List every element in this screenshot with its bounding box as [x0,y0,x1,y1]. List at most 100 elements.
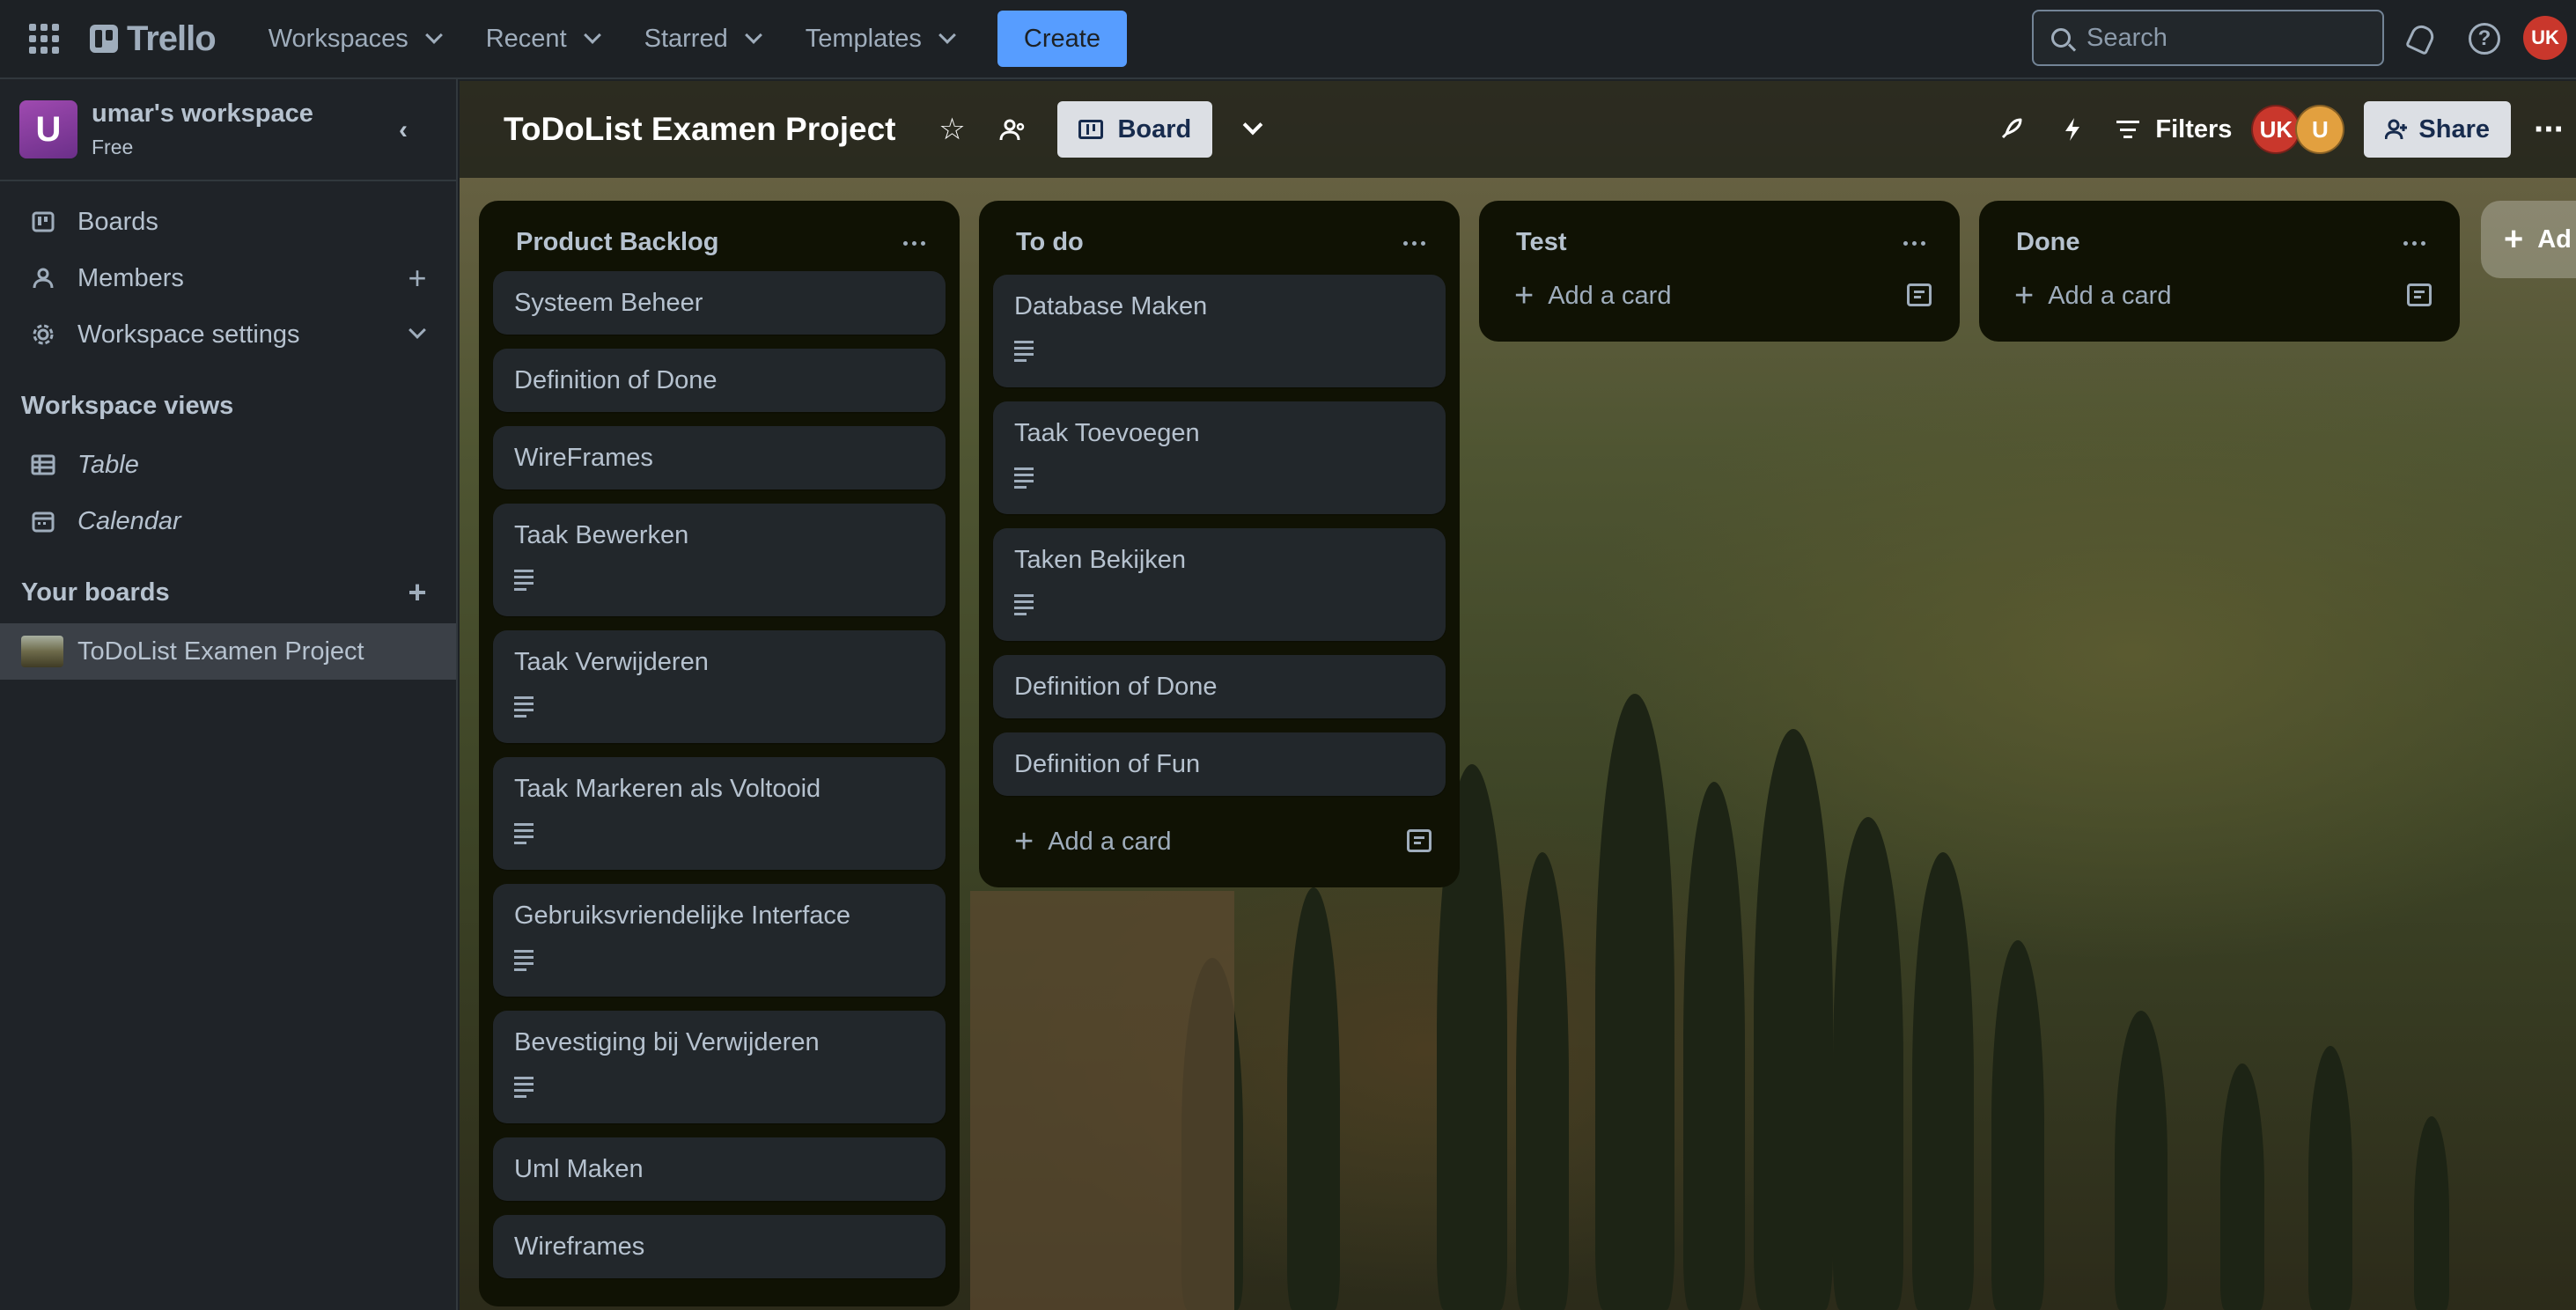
add-member-icon[interactable]: + [400,260,435,296]
add-list-button[interactable]: + Ad [2481,201,2576,278]
workspace-avatar: U [19,100,77,158]
sidebar-item-workspace-settings[interactable]: Workspace settings [0,306,456,363]
list-menu-icon[interactable] [1896,225,1932,261]
list-menu-icon[interactable] [2396,225,2432,261]
list-to-do: To do Database Maken Taak Toevoegen Take… [979,201,1460,887]
trello-logo[interactable]: Trello [90,19,217,59]
sidebar-board-label: ToDoList Examen Project [77,637,364,666]
board-title[interactable]: ToDoList Examen Project [504,111,895,148]
card[interactable]: Wireframes [493,1215,946,1278]
sidebar-item-label: Table [77,450,139,479]
card[interactable]: Taak Bewerken [493,504,946,616]
sidebar-board-item[interactable]: ToDoList Examen Project [0,623,456,680]
star-icon[interactable]: ☆ [934,112,969,147]
chevron-down-icon [938,26,956,44]
card[interactable]: Definition of Fun [993,732,1446,796]
list-title[interactable]: Product Backlog [516,228,718,257]
workspace-plan: Free [92,136,134,158]
list-title[interactable]: To do [1016,228,1084,257]
description-icon [514,1077,534,1098]
list-done: Done + Add a card [1979,201,2460,342]
board-header-actions: Filters UK U Share ··· [1993,81,2576,178]
visibility-icon[interactable] [996,112,1031,147]
bell-icon [2404,21,2438,56]
filters-button[interactable]: Filters [2116,115,2232,144]
member-avatar[interactable]: UK [2251,105,2301,154]
card-title: Taak Markeren als Voltooid [514,775,821,803]
list-menu-icon[interactable] [896,225,931,261]
add-card-label: Add a card [2048,281,2172,310]
chevron-down-icon [424,26,443,44]
nav-workspaces-label: Workspaces [268,24,408,53]
nav-starred-button[interactable]: Starred [627,12,777,65]
nav-recent-button[interactable]: Recent [468,12,616,65]
plus-icon: + [2504,221,2524,258]
card-template-icon[interactable] [2407,283,2432,306]
card-title: Wireframes [514,1232,645,1261]
list-test: Test + Add a card [1479,201,1960,342]
card[interactable]: WireFrames [493,426,946,489]
description-icon [514,823,534,844]
sidebar-item-boards[interactable]: Boards [0,194,456,250]
list-title[interactable]: Test [1516,228,1566,257]
search-input[interactable]: Search [2032,10,2384,66]
nav-workspaces-button[interactable]: Workspaces [251,12,458,65]
card-title: Definition of Done [1014,672,1218,701]
create-button[interactable]: Create [997,11,1127,67]
card[interactable]: Bevestiging bij Verwijderen [493,1011,946,1123]
nav-recent-label: Recent [485,24,567,53]
description-icon [1014,341,1034,362]
card[interactable]: Definition of Done [993,655,1446,718]
sidebar-item-table[interactable]: Table [0,437,456,493]
help-icon: ? [2469,23,2500,55]
automation-icon[interactable] [2055,112,2090,147]
help-button[interactable]: ? [2465,19,2504,58]
board-view-button[interactable]: Board [1057,101,1213,158]
sidebar-item-label: Boards [77,207,158,236]
chevron-down-icon[interactable] [400,317,435,352]
card[interactable]: Definition of Done [493,349,946,412]
add-list-label: Ad [2537,224,2572,254]
card[interactable]: Taak Markeren als Voltooid [493,757,946,870]
person-icon [30,265,56,291]
sidebar-item-members[interactable]: Members + [0,250,456,306]
member-avatar[interactable]: U [2295,105,2345,154]
add-board-icon[interactable]: + [400,574,435,610]
notifications-button[interactable] [2402,19,2440,58]
card[interactable]: Gebruiksvriendelijke Interface [493,884,946,997]
list-product-backlog: Product Backlog Systeem Beheer Definitio… [479,201,960,1306]
chevron-down-icon [583,26,601,44]
list-title[interactable]: Done [2016,228,2080,257]
power-ups-icon[interactable] [1993,112,2028,147]
more-options-icon[interactable]: ··· [2534,110,2565,150]
card[interactable]: Uml Maken [493,1137,946,1201]
nav-starred-label: Starred [644,24,728,53]
add-card-button[interactable]: + Add a card [1493,264,1946,328]
card-template-icon[interactable] [1907,283,1932,306]
card-title: Taak Bewerken [514,521,689,549]
card-title: Definition of Done [514,365,718,394]
description-icon [514,950,534,971]
card-title: Uml Maken [514,1154,644,1183]
card-title: Taak Verwijderen [514,648,709,676]
sidebar-item-label: Members [77,263,184,292]
nav-templates-button[interactable]: Templates [788,12,971,65]
filters-label: Filters [2155,114,2233,144]
board-view-icon [1078,120,1104,139]
card[interactable]: Taak Verwijderen [493,630,946,743]
plus-icon: + [1514,277,1535,314]
app-switcher-icon[interactable] [25,19,63,58]
list-menu-icon[interactable] [1396,225,1432,261]
card[interactable]: Taken Bekijken [993,528,1446,641]
views-dropdown-chevron-icon[interactable] [1235,112,1270,147]
collapse-sidebar-button[interactable]: ‹ [386,113,421,148]
account-avatar[interactable]: UK [2523,16,2567,60]
add-card-button[interactable]: + Add a card [1993,264,2446,328]
workspace-name[interactable]: umar's workspace [92,99,313,129]
card-template-icon[interactable] [1407,829,1432,852]
add-card-button[interactable]: + Add a card [993,810,1446,873]
share-button[interactable]: Share [2364,101,2512,158]
card[interactable]: Taak Toevoegen [993,401,1446,514]
card[interactable]: Database Maken [993,275,1446,387]
sidebar-item-calendar[interactable]: Calendar [0,493,456,549]
